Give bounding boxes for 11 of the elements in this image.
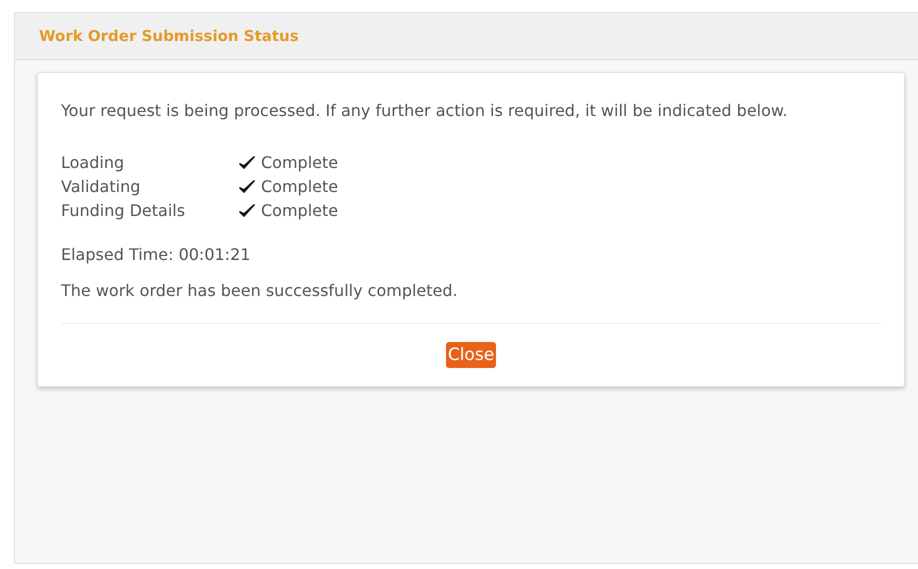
result-message: The work order has been successfully completed. [61,280,459,302]
step-status: Complete [261,152,338,174]
close-button[interactable]: Close [446,342,496,368]
step-label: Loading [61,152,126,174]
step-status: Complete [261,200,338,222]
step-status: Complete [261,176,338,198]
status-message: Your request is being processed. If any further action is required, it will be indicated below. [61,100,789,122]
step-label: Funding Details [61,200,186,222]
step-label: Validating [61,176,142,198]
dialog-title: Work Order Submission Status [39,27,299,45]
elapsed-time: Elapsed Time: 00:01:21 [61,244,252,266]
